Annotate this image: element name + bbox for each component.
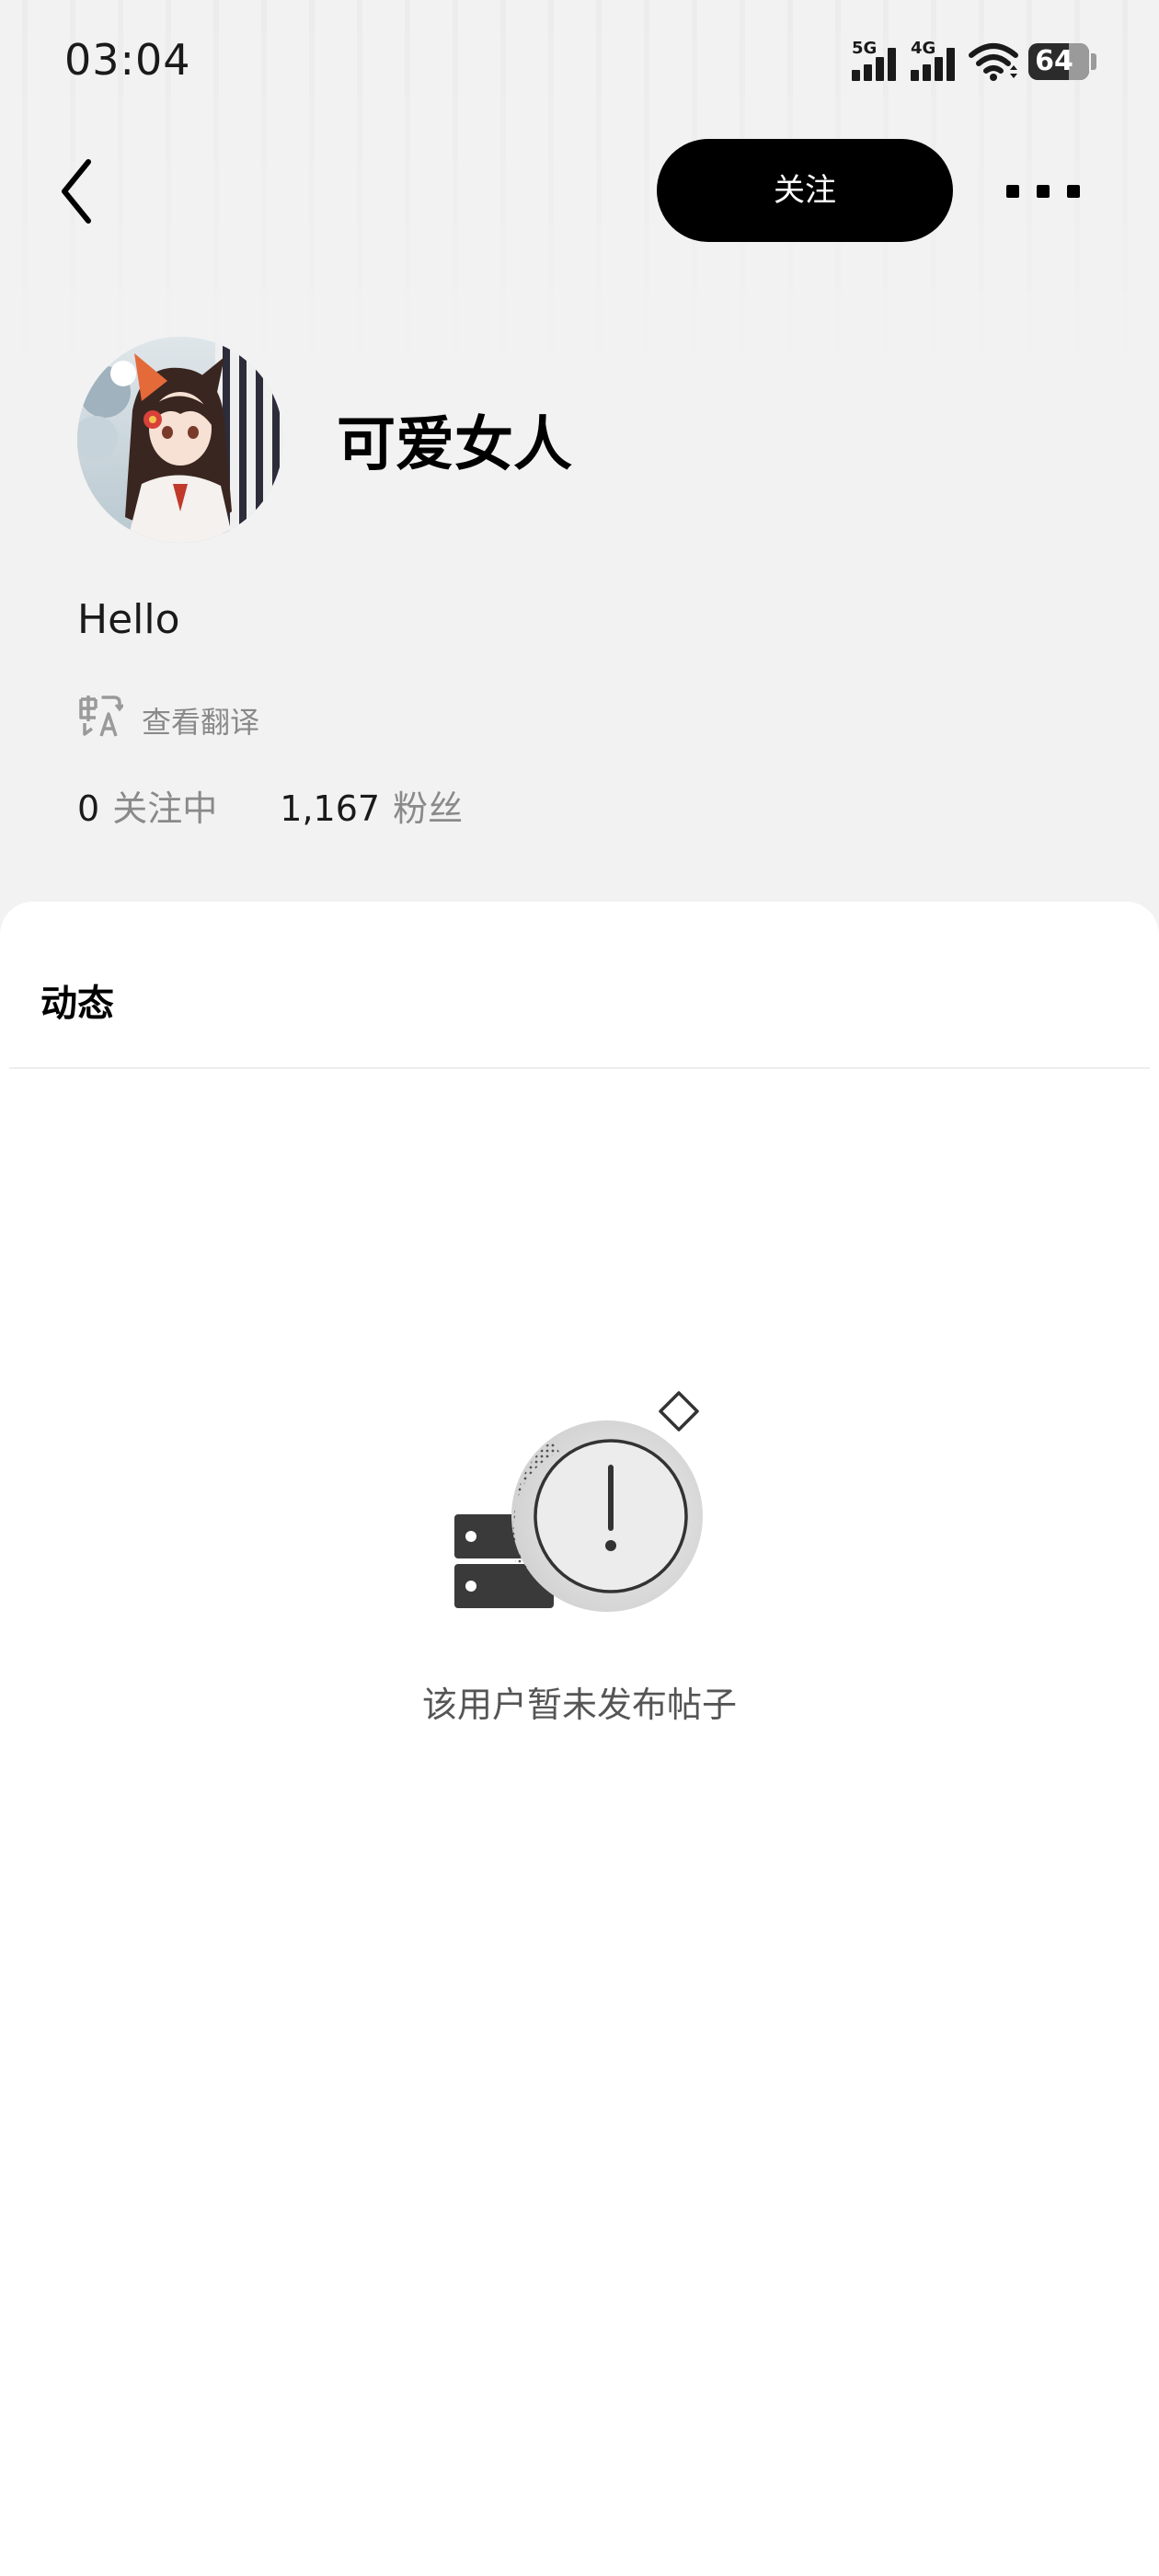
followers-count: 1,167: [280, 788, 381, 829]
content-sheet: [0, 902, 1159, 2576]
battery-cap: [1091, 53, 1096, 70]
more-dots-icon[interactable]: [1006, 171, 1080, 210]
avatar[interactable]: [77, 337, 283, 543]
chevron-left-icon: [62, 159, 91, 224]
battery-icon: 64: [1028, 43, 1089, 80]
following-label: 关注中: [112, 788, 218, 829]
signal-5g-icon: 5G: [852, 39, 900, 81]
bio-text: Hello: [77, 596, 180, 643]
profile-stats: 0 关注中 1,167 粉丝: [77, 780, 463, 829]
follow-button[interactable]: 关注: [657, 139, 953, 242]
translate-label: 查看翻译: [142, 705, 260, 740]
empty-state-message: 该用户暂未发布帖子: [421, 1685, 737, 1725]
battery-level: 64: [1035, 45, 1073, 77]
followers-stat[interactable]: 1,167 粉丝: [280, 780, 463, 831]
network-type-label: 4G: [911, 39, 936, 58]
avatar-image: [77, 337, 283, 543]
empty-posts-icon: [454, 1391, 703, 1612]
tab-divider: [9, 1067, 1150, 1069]
translate-icon: [79, 696, 123, 737]
tab-posts[interactable]: 动态: [40, 973, 114, 1027]
status-time: 03:04: [64, 35, 191, 85]
followers-label: 粉丝: [393, 788, 464, 829]
status-bar: 03:04 5G 4G 64: [0, 0, 1159, 120]
following-count: 0: [77, 788, 100, 829]
signal-4g-icon: 4G: [911, 39, 958, 81]
username: 可爱女人: [337, 411, 572, 479]
wifi-icon: [969, 43, 1018, 81]
network-type-label: 5G: [852, 39, 878, 58]
back-button[interactable]: [52, 155, 103, 228]
following-stat[interactable]: 0 关注中: [77, 780, 217, 831]
